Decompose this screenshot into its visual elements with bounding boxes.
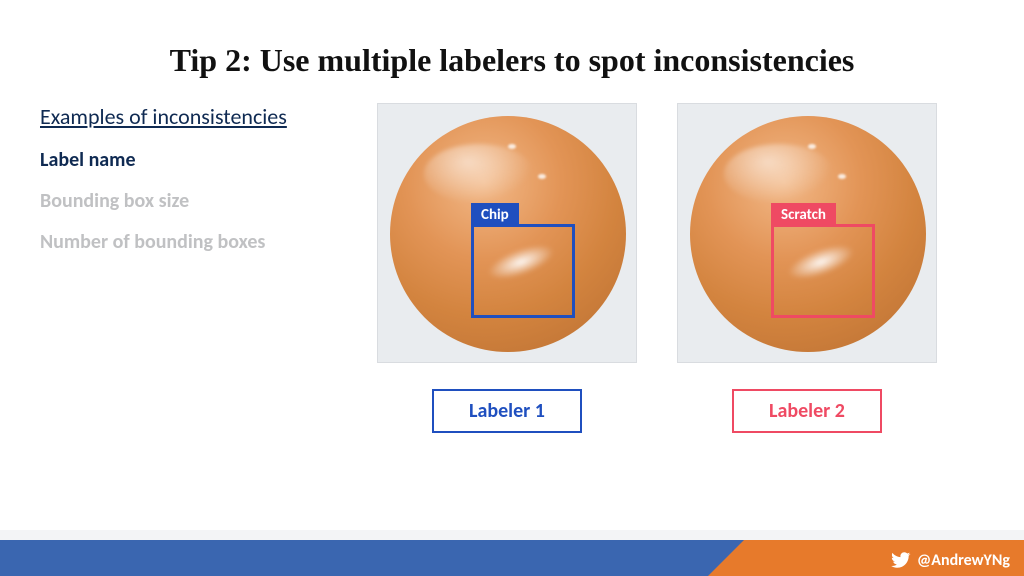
photo-labeler-2: Scratch bbox=[677, 103, 937, 363]
footer-grey-strip bbox=[0, 530, 1024, 540]
speck bbox=[808, 144, 816, 149]
twitter-handle-text: @AndrewYNg bbox=[917, 551, 1010, 570]
image-panels: Chip Labeler 1 Scratch Labeler 2 bbox=[330, 103, 984, 433]
twitter-bird-icon bbox=[891, 550, 911, 570]
bullet-bbox-size: Bounding box size bbox=[40, 189, 330, 214]
caption-labeler-2: Labeler 2 bbox=[732, 389, 882, 433]
speck bbox=[508, 144, 516, 149]
slide-footer: @AndrewYNg bbox=[0, 540, 1024, 576]
slide-title: Tip 2: Use multiple labelers to spot inc… bbox=[0, 0, 1024, 79]
bullet-label-name: Label name bbox=[40, 148, 330, 173]
examples-heading: Examples of inconsistencies bbox=[40, 103, 330, 130]
twitter-handle: @AndrewYNg bbox=[891, 550, 1010, 570]
photo-labeler-1: Chip bbox=[377, 103, 637, 363]
bbox-label-scratch: Scratch bbox=[771, 203, 836, 227]
slide-body: Examples of inconsistencies Label name B… bbox=[0, 79, 1024, 433]
left-column: Examples of inconsistencies Label name B… bbox=[40, 103, 330, 271]
bounding-box-chip: Chip bbox=[471, 224, 575, 318]
bounding-box-scratch: Scratch bbox=[771, 224, 875, 318]
bbox-label-chip: Chip bbox=[471, 203, 519, 227]
speck bbox=[538, 174, 546, 179]
bullet-num-bboxes: Number of bounding boxes bbox=[40, 230, 330, 255]
panel-labeler-1: Chip Labeler 1 bbox=[377, 103, 637, 433]
panel-labeler-2: Scratch Labeler 2 bbox=[677, 103, 937, 433]
caption-labeler-1: Labeler 1 bbox=[432, 389, 582, 433]
speck bbox=[838, 174, 846, 179]
